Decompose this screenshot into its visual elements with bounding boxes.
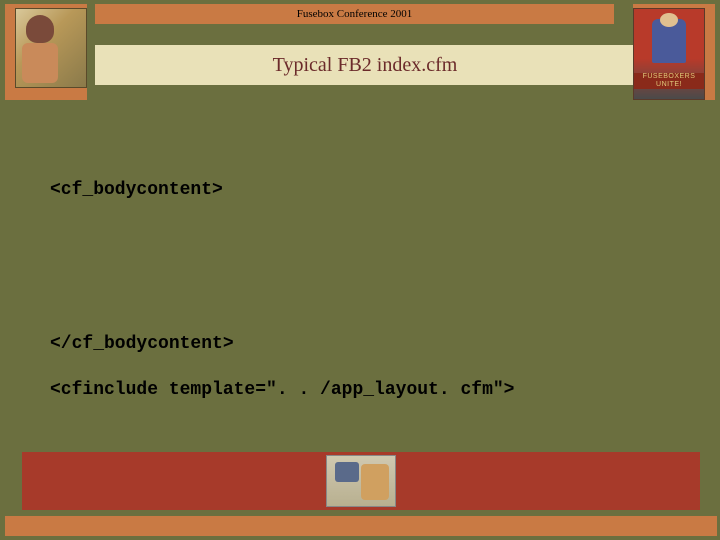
conference-header: Fusebox Conference 2001 — [95, 4, 614, 24]
code-open-tag: <cf_bodycontent> — [50, 180, 223, 200]
right-illustration: FUSEBOXERS UNITE! — [633, 8, 705, 100]
code-close-tag: </cf_bodycontent> — [50, 334, 234, 354]
code-include: <cfinclude template=". . /app_layout. cf… — [50, 380, 514, 400]
left-illustration — [15, 8, 87, 88]
left-decorative-strip — [5, 4, 87, 100]
conference-label: Fusebox Conference 2001 — [297, 8, 412, 20]
footer-bar — [22, 452, 700, 510]
slide-title-bar: Typical FB2 index.cfm — [95, 45, 635, 85]
footer-accent-strip — [5, 516, 717, 536]
right-decorative-strip: FUSEBOXERS UNITE! — [633, 4, 715, 100]
footer-illustration — [326, 455, 396, 507]
fuseboxers-banner: FUSEBOXERS UNITE! — [634, 73, 704, 89]
slide-title: Typical FB2 index.cfm — [273, 54, 458, 76]
